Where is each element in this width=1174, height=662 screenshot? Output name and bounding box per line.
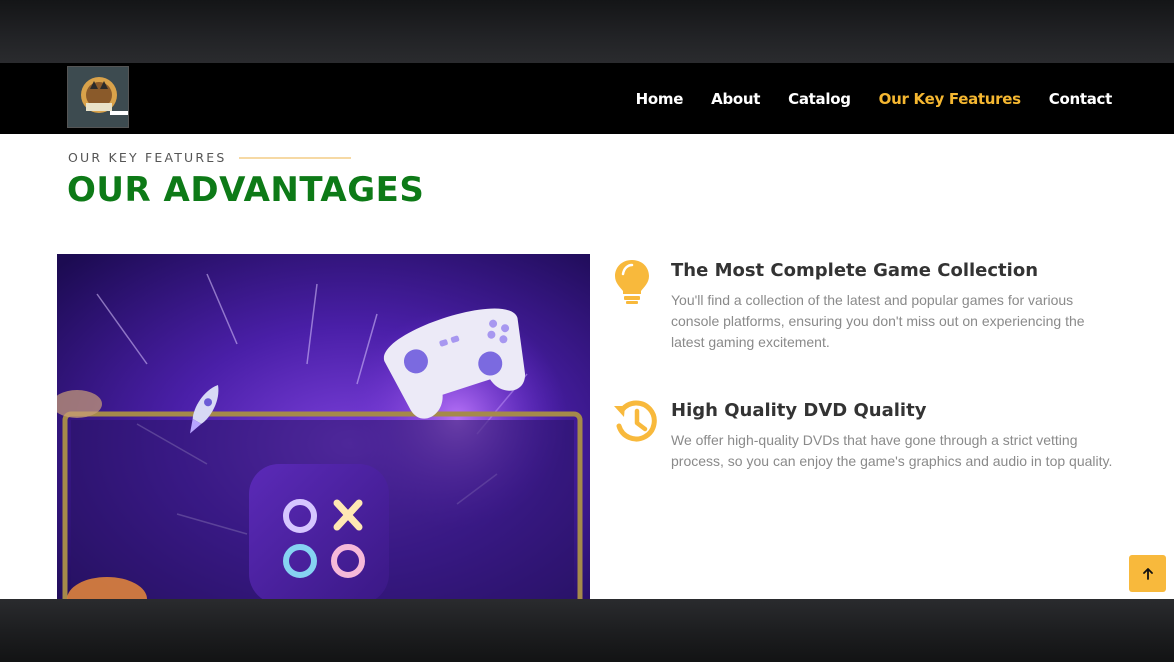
- nav-home[interactable]: Home: [636, 90, 684, 108]
- screen-frame-bottom: [0, 599, 1174, 662]
- feature-item: High Quality DVD Quality We offer high-q…: [612, 394, 1132, 534]
- nav-key-features[interactable]: Our Key Features: [879, 90, 1021, 108]
- lightbulb-icon: [612, 256, 654, 306]
- screen-frame-top: [0, 0, 1174, 63]
- nav-catalog[interactable]: Catalog: [788, 90, 851, 108]
- feature-description: We offer high-quality DVDs that have gon…: [671, 432, 1113, 469]
- history-icon: [612, 396, 657, 446]
- arrow-up-icon: [1142, 567, 1153, 580]
- logo[interactable]: [67, 66, 129, 128]
- features-list: The Most Complete Game Collection You'll…: [612, 254, 1132, 534]
- main-nav: Home About Catalog Our Key Features Cont…: [608, 63, 1113, 134]
- feature-title: High Quality DVD Quality: [671, 400, 927, 421]
- feature-description: You'll find a collection of the latest a…: [671, 292, 1085, 350]
- nav-about[interactable]: About: [711, 90, 760, 108]
- eyebrow-text: OUR KEY FEATURES: [68, 150, 227, 165]
- nav-contact[interactable]: Contact: [1049, 90, 1113, 108]
- back-to-top-button[interactable]: [1129, 555, 1166, 592]
- advantages-section: OUR KEY FEATURES OUR ADVANTAGES The Most…: [0, 134, 1174, 599]
- eyebrow-divider: [238, 156, 351, 159]
- feature-item: The Most Complete Game Collection You'll…: [612, 254, 1132, 394]
- feature-title: The Most Complete Game Collection: [671, 260, 1039, 281]
- hero-image: [57, 254, 590, 599]
- navbar: Home About Catalog Our Key Features Cont…: [0, 63, 1174, 134]
- section-eyebrow: OUR KEY FEATURES: [68, 150, 351, 165]
- section-title: OUR ADVANTAGES: [67, 170, 425, 210]
